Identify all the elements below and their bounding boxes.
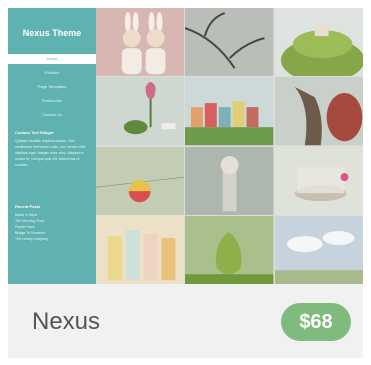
portfolio-tile-pear-house bbox=[185, 215, 274, 284]
portfolio-tile-tower bbox=[185, 146, 274, 215]
preview-recent-posts: Recent Posts Made in Wind The Morning Ro… bbox=[15, 204, 91, 242]
portfolio-tile-music-box bbox=[274, 146, 363, 215]
portfolio-tile-big-tree bbox=[274, 77, 363, 146]
theme-card-footer: Nexus $68 bbox=[8, 284, 363, 358]
widget-title: Custom Text Widget bbox=[15, 130, 54, 135]
price-badge[interactable]: $68 bbox=[281, 303, 351, 341]
portfolio-tile-clouds bbox=[274, 215, 363, 284]
portfolio-tile-colorful-houses bbox=[185, 77, 274, 146]
portfolio-tile-ball bbox=[96, 146, 185, 215]
preview-menu-item: Portfolio bbox=[44, 70, 60, 75]
preview-menu: Home Portfolio Page Templates Shortcodes… bbox=[8, 54, 96, 124]
preview-menu-item: Shortcodes bbox=[41, 98, 63, 103]
preview-text-widget: Custom Text Widget Quisque facilisis dap… bbox=[15, 130, 91, 168]
portfolio-tile-bunny-dolls bbox=[96, 8, 185, 77]
portfolio-tile-green-hill bbox=[274, 8, 363, 77]
portfolio-tile-bare-tree bbox=[185, 8, 274, 77]
portfolio-tile-pastel-buildings bbox=[96, 215, 185, 284]
preview-logo: Nexus Theme bbox=[22, 28, 82, 38]
preview-menu-item: Page Templates bbox=[37, 84, 67, 89]
widget-text: Quisque facilisis dapibus dictum. Sed ve… bbox=[15, 139, 85, 167]
preview-menu-item: Contact Us bbox=[42, 112, 62, 117]
portfolio-tile-flower-bird bbox=[96, 77, 185, 146]
preview-menu-item: Home bbox=[8, 54, 96, 64]
theme-preview-image[interactable]: Nexus Theme Home Portfolio Page Template… bbox=[8, 8, 363, 284]
preview-sidebar: Nexus Theme Home Portfolio Page Template… bbox=[8, 8, 96, 284]
portfolio-grid bbox=[96, 8, 363, 284]
recent-post: The Lonely Ladybug bbox=[15, 237, 48, 241]
recent-posts-title: Recent Posts bbox=[15, 204, 41, 209]
theme-name[interactable]: Nexus bbox=[32, 308, 100, 336]
theme-card[interactable]: Nexus Theme Home Portfolio Page Template… bbox=[8, 8, 363, 358]
